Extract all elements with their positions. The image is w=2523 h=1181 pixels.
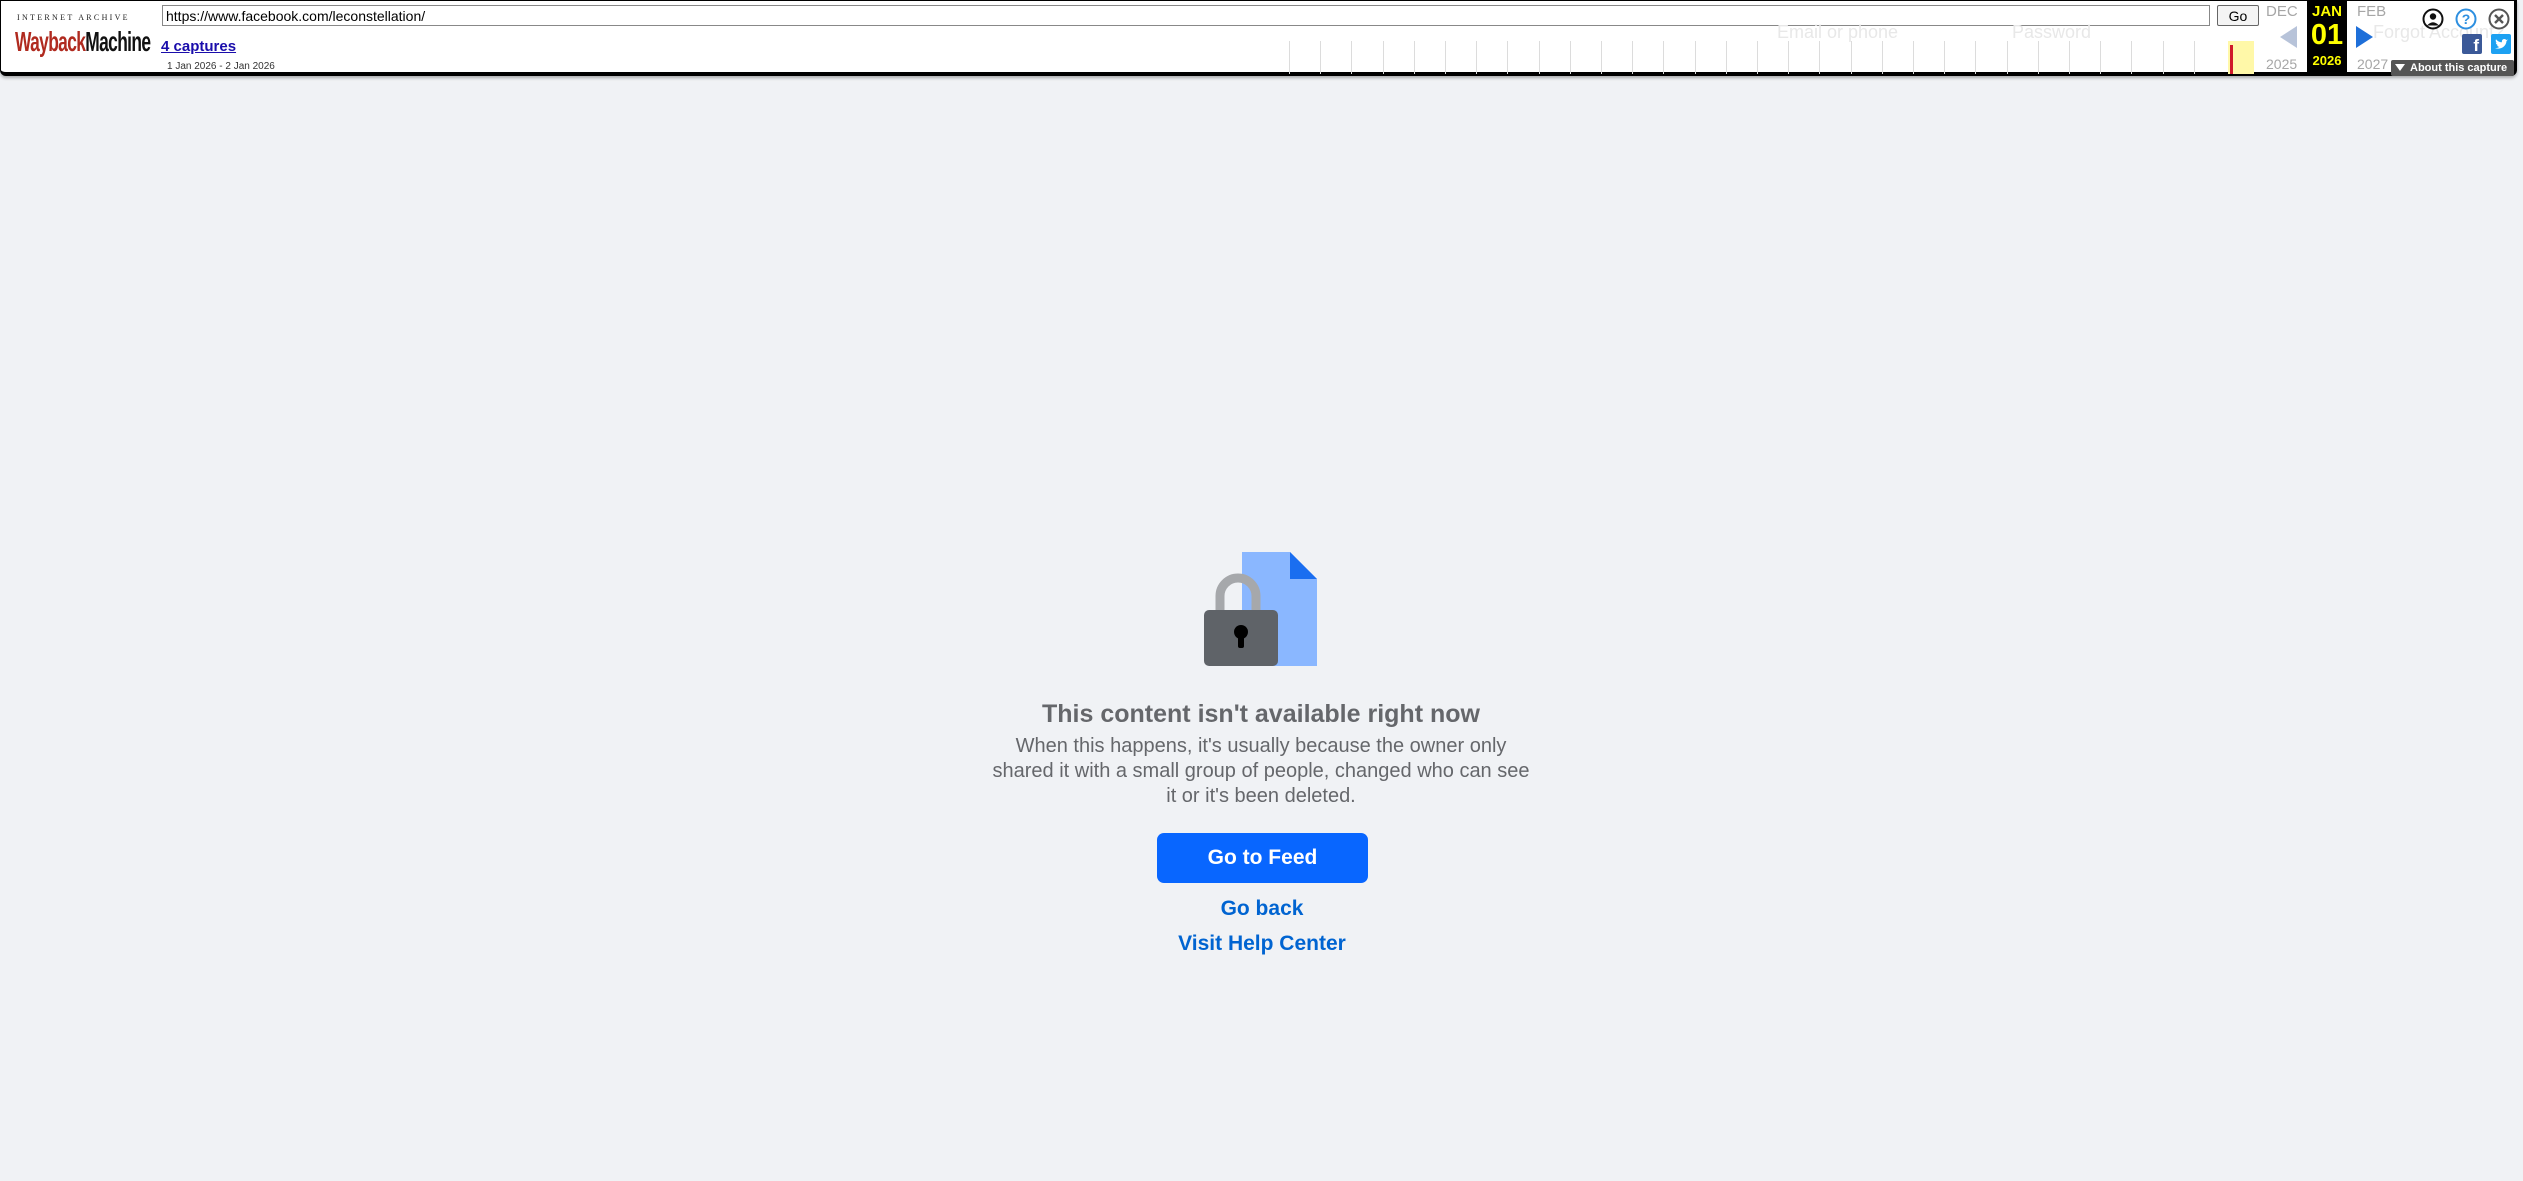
error-description: When this happens, it's usually because … [992, 735, 1530, 807]
prev-year-label[interactable]: 2025 [2266, 56, 2297, 72]
error-title: This content isn't available right now [1042, 700, 1480, 728]
capture-date-range: 1 Jan 2026 - 2 Jan 2026 [167, 61, 275, 72]
sparkline-tick [2006, 41, 2008, 74]
logo-wayback-word: Wayback [15, 26, 86, 57]
sparkline-tick [1289, 41, 1290, 74]
dropdown-triangle-icon [2395, 64, 2405, 71]
logo-wayback-machine-text: WaybackMachine [15, 26, 151, 58]
sparkline-tick [1944, 41, 1946, 74]
about-this-capture-label: About this capture [2410, 62, 2508, 74]
twitter-share-icon[interactable] [2491, 34, 2511, 54]
logo-internet-archive-text: INTERNET ARCHIVE [17, 13, 130, 22]
sparkline-tick [1819, 41, 1821, 74]
sparkline-tick [1476, 41, 1478, 74]
about-this-capture-button[interactable]: About this capture [2391, 60, 2514, 76]
sparkline-tick [1382, 41, 1384, 74]
sparkline-tick [1850, 41, 1852, 74]
sparkline-tick [2162, 41, 2164, 74]
ghost-password-field: Password [2012, 22, 2092, 42]
sparkline-tick [1601, 41, 1602, 74]
sparkline-tick [1507, 41, 1509, 74]
prev-month-label[interactable]: DEC [2266, 3, 2298, 20]
sparkline-tick [2131, 41, 2133, 74]
current-capture-date: JAN 01 2026 [2307, 1, 2347, 75]
sparkline-tick [1881, 41, 1883, 74]
sparkline-tick [1725, 41, 1727, 74]
sparkline-tick [2069, 41, 2070, 74]
go-back-link[interactable]: Go back [1112, 897, 1412, 921]
sparkline-tick [1975, 41, 1977, 74]
sparkline-tick [1694, 41, 1696, 74]
facebook-share-icon[interactable]: f [2462, 34, 2482, 54]
go-to-feed-button[interactable]: Go to Feed [1157, 833, 1368, 883]
sparkline-capture-mark[interactable] [2230, 45, 2233, 74]
svg-text:?: ? [2462, 11, 2471, 27]
next-year-label[interactable]: 2027 [2357, 56, 2388, 72]
wayback-url-input[interactable] [162, 5, 2210, 26]
wayback-toolbar: INTERNET ARCHIVE WaybackMachine Go 4 cap… [0, 0, 2517, 76]
capture-sparkline[interactable] [1289, 41, 2254, 74]
close-icon[interactable] [2488, 8, 2510, 30]
user-icon[interactable] [2422, 8, 2444, 30]
ghost-email-field: Email or phone [1777, 22, 1899, 42]
sparkline-tick [1632, 41, 1634, 74]
sparkline-tick [1413, 41, 1415, 74]
sparkline-tick [1757, 41, 1758, 74]
sparkline-tick [2193, 41, 2195, 74]
sparkline-tick [1538, 41, 1540, 74]
prev-capture-arrow-icon[interactable] [2280, 26, 2297, 48]
logo-machine-word: Machine [85, 26, 151, 57]
sparkline-tick [1788, 41, 1790, 74]
locked-document-icon [1204, 552, 1317, 666]
sparkline-tick [1351, 41, 1353, 74]
current-year: 2026 [2312, 53, 2342, 68]
current-day: 01 [2310, 19, 2344, 51]
sparkline-tick [1663, 41, 1665, 74]
sparkline-tick [1320, 41, 1322, 74]
next-month-label[interactable]: FEB [2357, 3, 2386, 20]
sparkline-tick [1913, 41, 1914, 74]
sparkline-tick [2037, 41, 2039, 74]
wayback-go-button[interactable]: Go [2217, 5, 2259, 26]
sparkline-tick [1445, 41, 1446, 74]
visit-help-center-link[interactable]: Visit Help Center [1112, 932, 1412, 956]
wayback-logo[interactable]: INTERNET ARCHIVE WaybackMachine [15, 11, 151, 61]
current-month: JAN [2311, 3, 2342, 20]
sparkline-tick [2100, 41, 2102, 74]
sparkline-tick [1569, 41, 1571, 74]
captures-link[interactable]: 4 captures [161, 38, 236, 55]
next-capture-arrow-icon[interactable] [2356, 26, 2373, 48]
help-icon[interactable]: ? [2455, 8, 2477, 30]
